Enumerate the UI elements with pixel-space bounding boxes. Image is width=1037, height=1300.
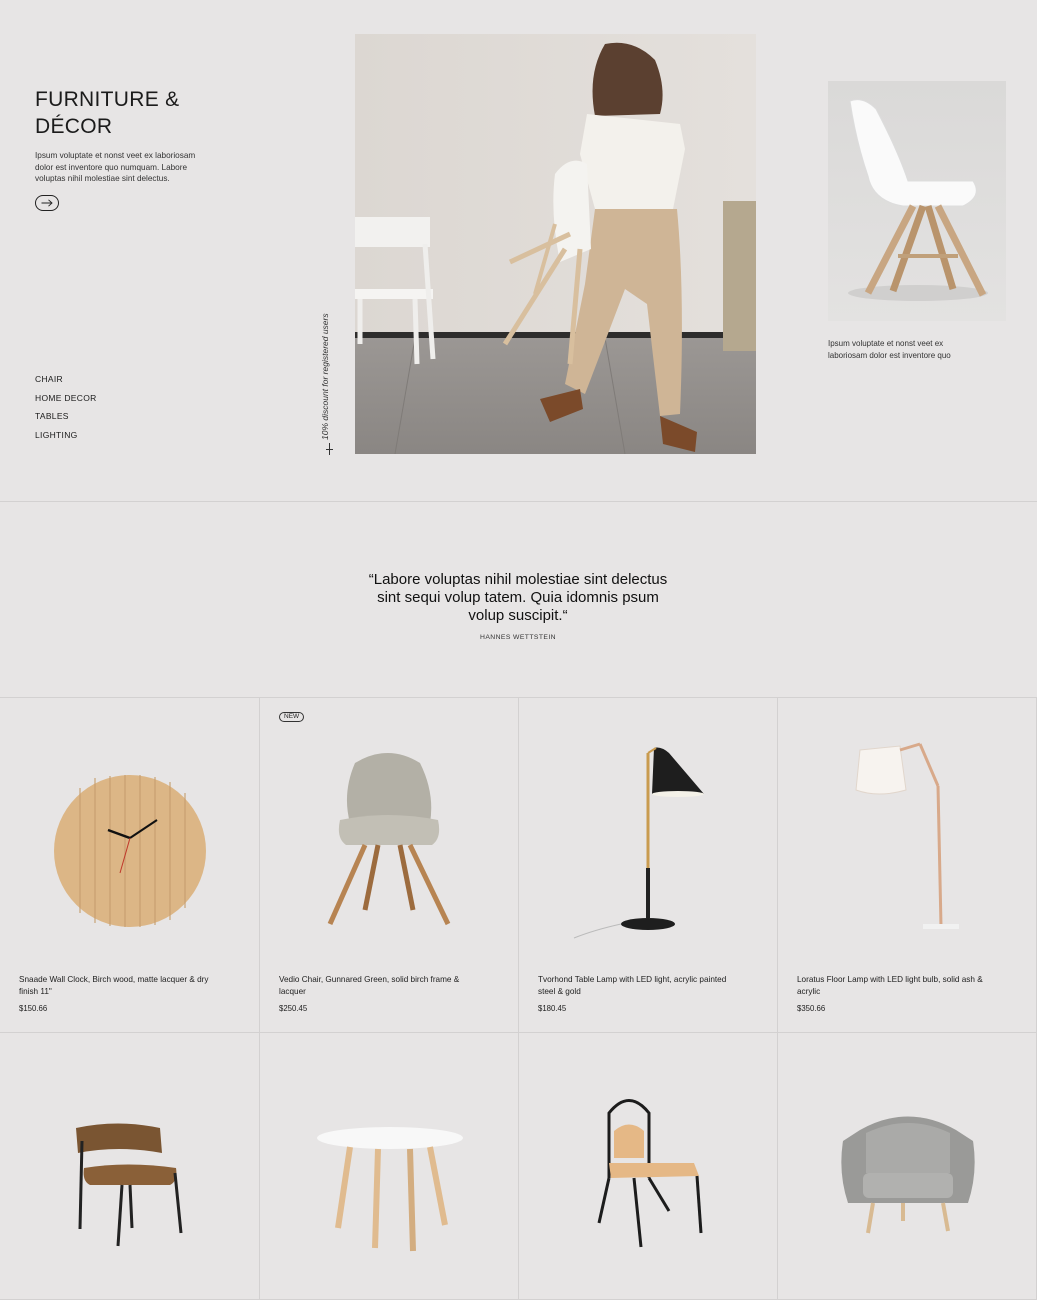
product-name[interactable]: Snaade Wall Clock, Birch wood, matte lac…: [19, 974, 219, 997]
page-title: FURNITURE & DÉCOR: [35, 88, 180, 138]
product-image: [778, 698, 1036, 968]
note-tick-cross: [326, 449, 333, 450]
category-nav: CHAIR HOME DECOR TABLES LIGHTING: [35, 374, 97, 448]
category-home-decor[interactable]: HOME DECOR: [35, 393, 97, 412]
product-image: [778, 1033, 1036, 1300]
hero-description: Ipsum voluptate et nonst veet ex laborio…: [35, 151, 196, 183]
hero-arrow-button[interactable]: [35, 195, 59, 211]
product-image: [260, 1033, 518, 1300]
product-price: $250.45: [279, 1004, 308, 1013]
product-card-table-lamp[interactable]: Tvorhond Table Lamp with LED light, acry…: [519, 698, 778, 1033]
product-card-metal-chair[interactable]: [519, 1033, 778, 1300]
quote-author: HANNES WETTSTEIN: [480, 634, 556, 641]
product-price: $350.66: [797, 1004, 826, 1013]
hero-photo: [355, 34, 756, 454]
product-image: [519, 1033, 777, 1300]
product-card-vedio-chair[interactable]: NEW Vedio Chair, Gunnared Green, solid b…: [260, 698, 519, 1033]
product-card-round-table[interactable]: [260, 1033, 519, 1300]
section-divider: [0, 501, 1037, 502]
product-price: $150.66: [19, 1004, 48, 1013]
side-chair-photo: [828, 81, 1006, 321]
product-price: $180.45: [538, 1004, 567, 1013]
product-card-armchair[interactable]: [778, 1033, 1037, 1300]
side-caption: Ipsum voluptate et nonst veet ex laborio…: [828, 339, 951, 360]
product-image: [0, 698, 259, 968]
product-name[interactable]: Tvorhond Table Lamp with LED light, acry…: [538, 974, 738, 997]
product-name[interactable]: Vedio Chair, Gunnared Green, solid birch…: [279, 974, 479, 997]
arrow-right-icon: [41, 199, 53, 207]
product-card-leather-chair[interactable]: [0, 1033, 260, 1300]
category-chair[interactable]: CHAIR: [35, 374, 97, 393]
category-lighting[interactable]: LIGHTING: [35, 430, 97, 449]
hero-section: FURNITURE & DÉCOR Ipsum voluptate et non…: [0, 0, 1037, 502]
product-image: [519, 698, 777, 968]
category-tables[interactable]: TABLES: [35, 411, 97, 430]
product-name[interactable]: Loratus Floor Lamp with LED light bulb, …: [797, 974, 997, 997]
product-card-wall-clock[interactable]: Snaade Wall Clock, Birch wood, matte lac…: [0, 698, 260, 1033]
discount-note: 10% discount for registered users: [320, 313, 330, 440]
product-card-floor-lamp[interactable]: Loratus Floor Lamp with LED light bulb, …: [778, 698, 1037, 1033]
testimonial-quote: “Labore voluptas nihil molestiae sint de…: [368, 571, 668, 624]
product-image: [260, 698, 518, 968]
product-image: [0, 1033, 259, 1300]
